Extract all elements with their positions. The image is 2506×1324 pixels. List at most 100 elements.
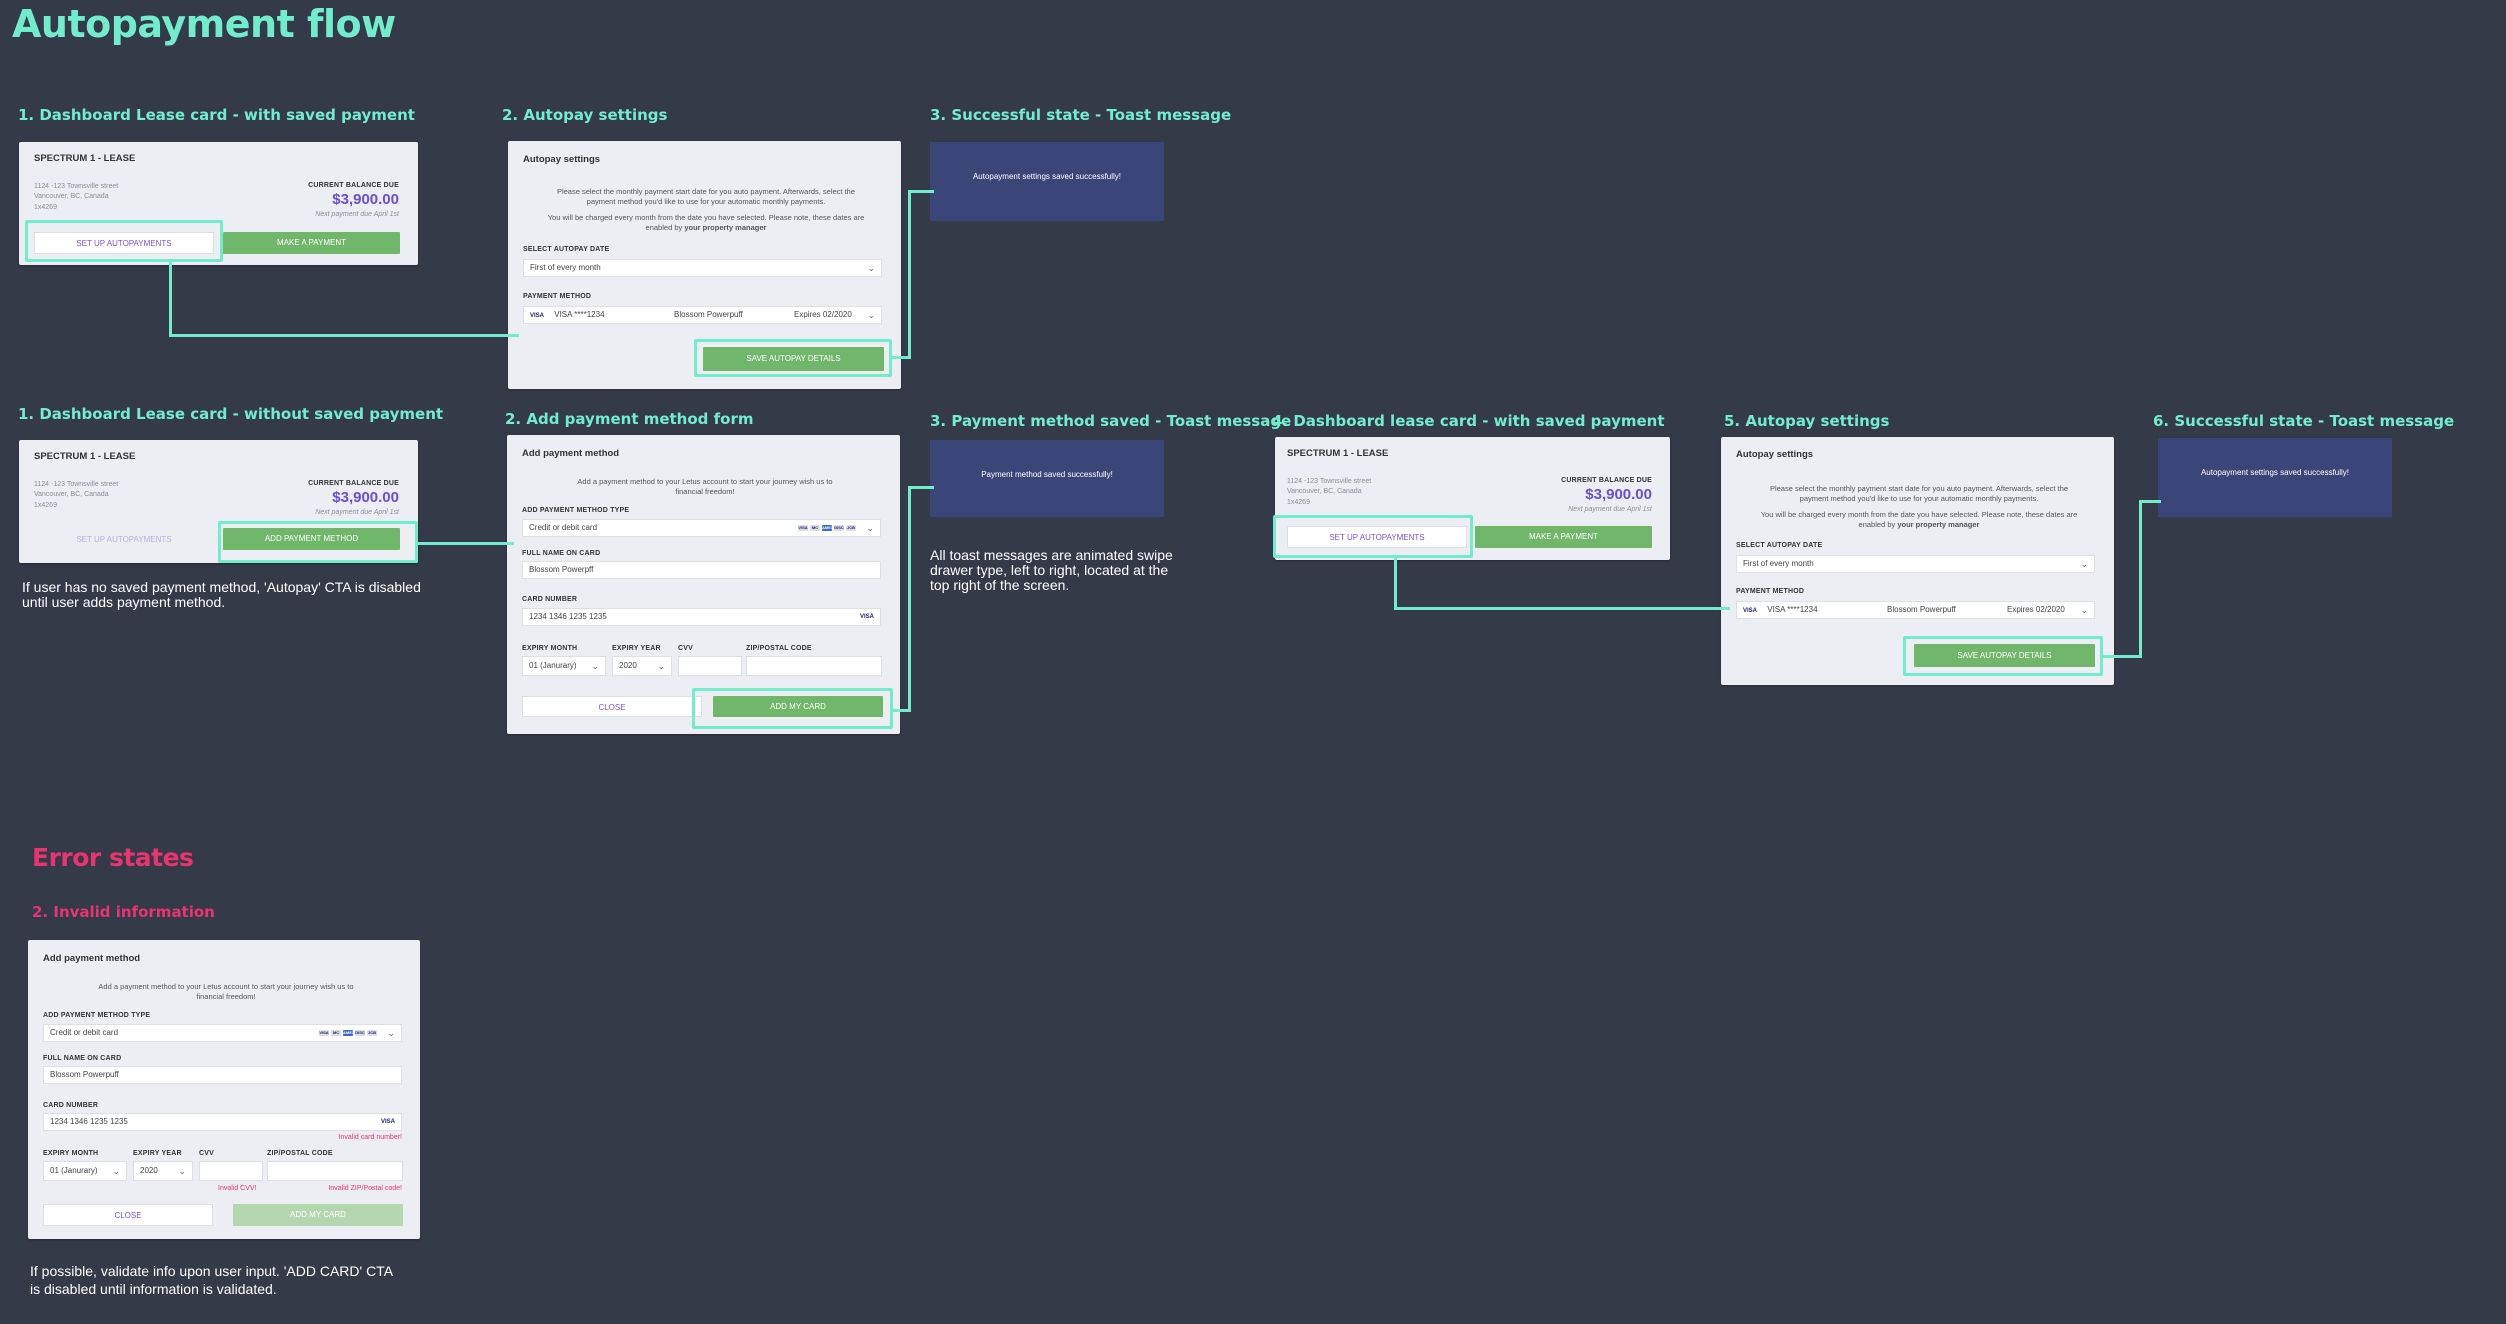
form-title: Add payment method (522, 448, 620, 459)
note-toast: All toast messages are animated swipe dr… (930, 547, 1173, 593)
postal-code: 1x4269 (34, 204, 57, 211)
field-label: CVV (678, 645, 693, 652)
due-date: Next payment due April 1st (315, 509, 399, 516)
connector-line (1394, 558, 1397, 609)
address-line: Vancouver, BC, Canada (34, 193, 109, 200)
chevron-down-icon: ⌄ (657, 661, 665, 671)
mastercard-icon: MC (331, 1030, 341, 1036)
section-heading: 1. Dashboard Lease card - with saved pay… (18, 106, 415, 124)
section-heading: 2. Invalid information (32, 903, 215, 921)
make-payment-button[interactable]: MAKE A PAYMENT (1475, 526, 1652, 548)
autopay-date-select[interactable]: First of every month ⌄ (1736, 555, 2095, 573)
connector-line (169, 262, 172, 337)
form-title: Add payment method (43, 953, 141, 964)
balance-label: CURRENT BALANCE DUE (308, 480, 399, 487)
chevron-down-icon: ⌄ (112, 1166, 120, 1176)
amex-icon: AMEX (343, 1030, 355, 1036)
jcb-icon: JCB (846, 525, 856, 531)
payment-method-select[interactable]: VISA VISA ****1234 Blossom Powerpuff Exp… (523, 306, 882, 324)
mastercard-icon: MC (810, 525, 820, 531)
zip-input[interactable] (267, 1161, 403, 1181)
field-label: CVV (199, 1150, 214, 1157)
discover-icon: DISC (834, 525, 844, 531)
cvv-input[interactable] (678, 656, 742, 676)
expiry-month-select[interactable]: 01 (Janurary) ⌄ (522, 656, 606, 676)
payment-method-label: PAYMENT METHOD (523, 293, 592, 300)
section-heading: 1. Dashboard Lease card - without saved … (18, 405, 444, 423)
highlight (692, 688, 893, 729)
payment-type-select[interactable]: Credit or debit card VISA MC AMEX DISC J… (43, 1024, 402, 1042)
visa-icon: VISA (859, 614, 874, 620)
section-heading: 3. Payment method saved - Toast message (930, 412, 1292, 430)
chevron-down-icon: ⌄ (2080, 605, 2088, 615)
section-heading: 6. Successful state - Toast message (2153, 412, 2455, 430)
autopay-note: You will be charged every month from the… (547, 213, 865, 232)
connector-line (418, 542, 514, 545)
add-card-button[interactable]: ADD MY CARD (233, 1204, 403, 1226)
card-name-input[interactable]: Blossom Powerpuff (43, 1066, 402, 1084)
jcb-icon: JCB (367, 1030, 377, 1036)
close-button[interactable]: CLOSE (522, 696, 702, 717)
note-validate: If possible, validate info upon user inp… (30, 1263, 393, 1297)
card-number-input[interactable]: 1234 1346 1235 1235 VISA (43, 1113, 402, 1131)
expiry-year-select[interactable]: 2020 ⌄ (612, 656, 672, 676)
visa-icon: VISA (1743, 608, 1758, 614)
autopay-title: Autopay settings (523, 154, 601, 165)
postal-code: 1x4269 (34, 502, 57, 509)
toast-message: Autopayment settings saved successfully! (2158, 438, 2392, 517)
autopay-note: You will be charged every month from the… (1760, 510, 2078, 529)
expiry-month-select[interactable]: 01 (Janurary) ⌄ (43, 1161, 127, 1181)
payment-method-select[interactable]: VISA VISA ****1234 Blossom Powerpuff Exp… (1736, 601, 2095, 619)
chevron-down-icon: ⌄ (2080, 559, 2088, 569)
cvv-input[interactable] (199, 1161, 263, 1181)
card-brands: VISA MC AMEX DISC JCB (798, 525, 856, 531)
balance-amount: $3,900.00 (1585, 486, 1652, 503)
card-number-input[interactable]: 1234 1346 1235 1235 VISA (522, 608, 881, 626)
balance-label: CURRENT BALANCE DUE (308, 182, 399, 189)
highlight (25, 220, 223, 262)
field-label: CARD NUMBER (522, 596, 578, 603)
error-states-title: Error states (32, 843, 194, 872)
field-label: EXPIRY MONTH (43, 1150, 99, 1157)
visa-icon: VISA (319, 1030, 329, 1036)
due-date: Next payment due April 1st (1568, 506, 1652, 513)
chevron-down-icon: ⌄ (387, 1028, 395, 1038)
close-button[interactable]: CLOSE (43, 1204, 213, 1226)
field-label: ZIP/POSTAL CODE (267, 1150, 333, 1157)
card-number-error: Invalid card number! (338, 1134, 402, 1141)
setup-autopay-button[interactable]: SET UP AUTOPAYMENTS (34, 528, 214, 550)
payment-type-select[interactable]: Credit or debit card VISA MC AMEX DISC J… (522, 519, 881, 537)
chevron-down-icon: ⌄ (867, 263, 875, 273)
zip-input[interactable] (746, 656, 882, 676)
connector-line (2139, 500, 2161, 503)
connector-line (908, 190, 911, 359)
amex-icon: AMEX (822, 525, 834, 531)
connector-line (169, 334, 519, 337)
lease-title: SPECTRUM 1 - LEASE (34, 451, 136, 462)
form-intro: Add a payment method to your Letus accou… (577, 477, 833, 496)
address-line: 1124 -123 Townsville street (34, 481, 119, 488)
make-payment-button[interactable]: MAKE A PAYMENT (223, 232, 400, 254)
field-label: FULL NAME ON CARD (522, 550, 601, 557)
section-heading: 2. Autopay settings (502, 106, 668, 124)
field-label: EXPIRY MONTH (522, 645, 578, 652)
field-label: CARD NUMBER (43, 1102, 99, 1109)
chevron-down-icon: ⌄ (178, 1166, 186, 1176)
card-name-input[interactable]: Blossom Powerpff (522, 561, 881, 579)
page-title: Autopayment flow (12, 2, 396, 46)
autopay-date-select[interactable]: First of every month ⌄ (523, 259, 882, 277)
field-label: ZIP/POSTAL CODE (746, 645, 812, 652)
toast-message: Autopayment settings saved successfully! (930, 142, 1164, 221)
zip-error: Invalid ZIP/Postal code! (328, 1185, 402, 1192)
autopay-intro: Please select the monthly payment start … (1769, 484, 2069, 503)
chevron-down-icon: ⌄ (866, 523, 874, 533)
address-line: 1124 -123 Townsville street (34, 183, 119, 190)
chevron-down-icon: ⌄ (867, 310, 875, 320)
chevron-down-icon: ⌄ (591, 661, 599, 671)
due-date: Next payment due April 1st (315, 211, 399, 218)
section-heading: 5. Autopay settings (1724, 412, 1890, 430)
field-label: EXPIRY YEAR (133, 1150, 182, 1157)
expiry-year-select[interactable]: 2020 ⌄ (133, 1161, 193, 1181)
highlight (1273, 515, 1473, 558)
highlight (694, 339, 892, 377)
